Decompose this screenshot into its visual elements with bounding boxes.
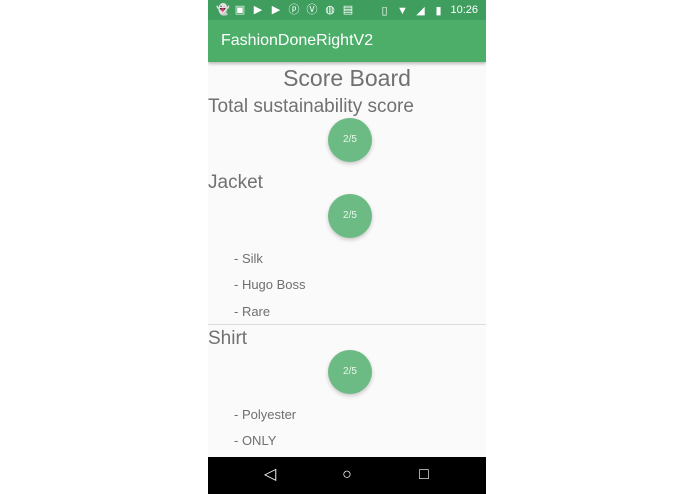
photo-icon: ▤	[342, 4, 354, 16]
page-title: Score Board	[283, 65, 411, 91]
section-divider	[208, 324, 486, 325]
item-title-jacket: Jacket	[208, 172, 263, 193]
wifi-icon: ▼	[397, 5, 408, 17]
shirt-score-badge: 2/5	[328, 350, 372, 394]
vibrate-icon: ▯	[381, 5, 388, 17]
system-icons: ▯ ▼ ◢ ▮ 10:26	[378, 3, 478, 17]
phone-screen: 👻 ▣ ▶ ▶ ⓟ Ⓥ ◍ ▤ ▯ ▼ ◢ ▮ 10:26 FashionDon…	[208, 0, 486, 494]
list-item: - ONLY	[234, 433, 277, 448]
list-item: - Hugo Boss	[234, 277, 306, 292]
image-icon: ▣	[234, 4, 246, 16]
status-time: 10:26	[450, 4, 478, 16]
list-item: - Polyester	[234, 407, 297, 422]
list-item: - Silk	[234, 251, 263, 266]
android-icon: ◍	[325, 4, 335, 16]
recents-icon[interactable]: □	[414, 465, 434, 485]
item-title-shirt: Shirt	[208, 328, 248, 349]
pinterest-icon: ⓟ	[288, 4, 300, 16]
navigation-bar: ◁ ○ □	[208, 457, 486, 494]
home-icon[interactable]: ○	[337, 465, 357, 485]
jacket-score-badge: 2/5	[328, 194, 372, 238]
app-bar: FashionDoneRightV2	[208, 20, 486, 62]
ghost-icon: 👻	[216, 4, 230, 16]
youtube-icon: ▶	[271, 4, 281, 16]
back-icon[interactable]: ◁	[260, 465, 280, 485]
app-title: FashionDoneRightV2	[221, 32, 374, 49]
vine-icon: Ⓥ	[306, 4, 318, 16]
total-score-label: Total sustainability score	[208, 96, 414, 117]
total-score-badge: 2/5	[328, 118, 372, 162]
battery-icon: ▮	[435, 5, 442, 17]
status-bar: 👻 ▣ ▶ ▶ ⓟ Ⓥ ◍ ▤ ▯ ▼ ◢ ▮ 10:26	[208, 0, 486, 20]
signal-icon: ◢	[416, 5, 425, 17]
score-board-content[interactable]: Score Board Total sustainability score 2…	[208, 62, 486, 457]
notification-icons: 👻 ▣ ▶ ▶ ⓟ Ⓥ ◍ ▤	[216, 3, 354, 16]
youtube-icon: ▶	[253, 4, 263, 16]
list-item: - Rare	[234, 304, 271, 319]
